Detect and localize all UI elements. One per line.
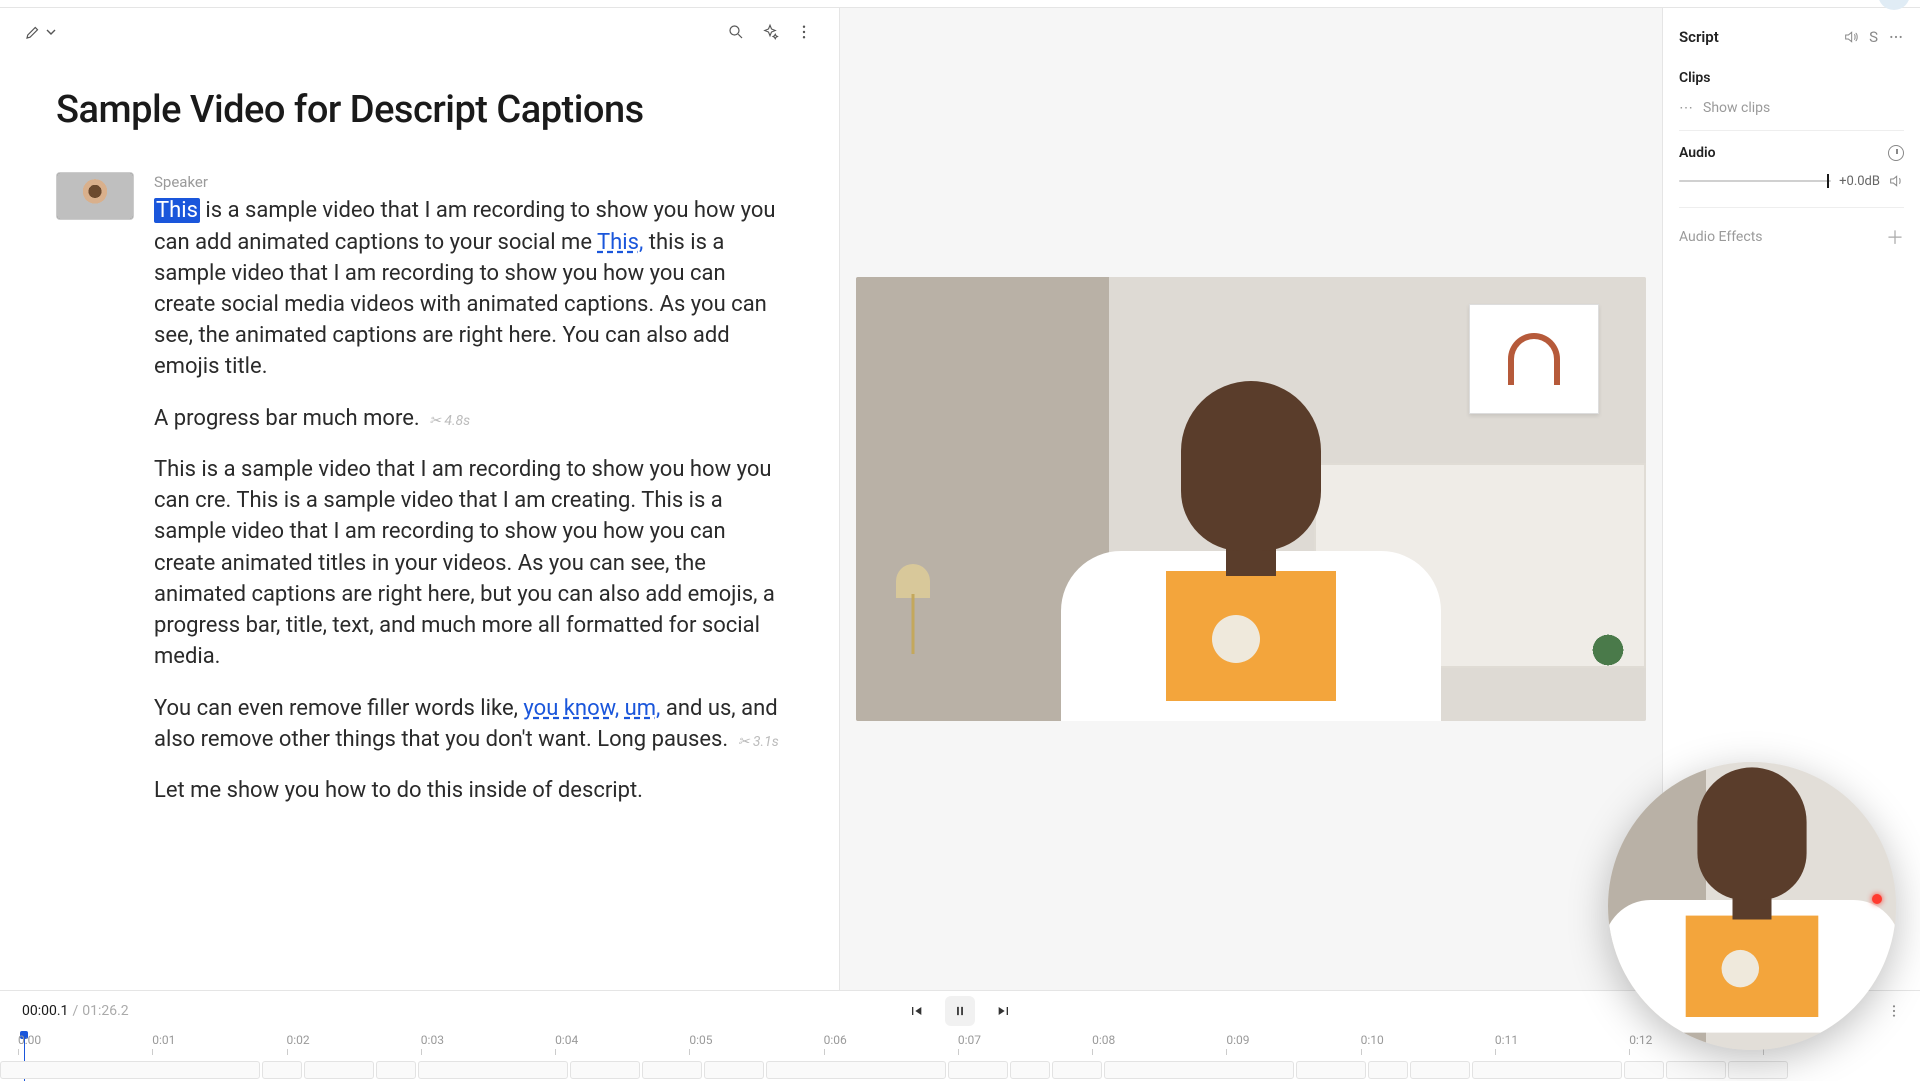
more-horizontal-icon bbox=[1888, 29, 1904, 45]
audio-gain-slider[interactable] bbox=[1679, 180, 1831, 182]
timeline-segment[interactable] bbox=[1728, 1061, 1788, 1079]
clips-more-button[interactable]: ⋯ bbox=[1679, 100, 1693, 116]
playback-time: 00:00.1/01:26.2 bbox=[22, 1003, 129, 1019]
add-effect-button[interactable]: ＋ bbox=[1886, 224, 1904, 250]
more-button[interactable] bbox=[1888, 29, 1904, 45]
sidebar-tab-script[interactable]: Script bbox=[1679, 28, 1719, 46]
pause-icon bbox=[953, 1004, 967, 1018]
speaker-label: Speaker bbox=[154, 172, 783, 193]
transcript[interactable]: Speaker This is a sample video that I am… bbox=[154, 172, 783, 826]
show-clips-button[interactable]: Show clips bbox=[1703, 100, 1770, 116]
more-button[interactable] bbox=[793, 21, 815, 43]
skip-back-button[interactable] bbox=[901, 996, 931, 1026]
sparkle-icon bbox=[761, 23, 779, 41]
timeline-tick: 0:00 bbox=[18, 1033, 41, 1047]
play-pause-button[interactable] bbox=[945, 996, 975, 1026]
avatar[interactable] bbox=[1878, 0, 1910, 10]
skip-next-icon bbox=[996, 1003, 1012, 1019]
timeline-segment[interactable] bbox=[1666, 1061, 1726, 1079]
timeline-tick: 0:08 bbox=[1092, 1033, 1115, 1047]
transcript-paragraph[interactable]: This is a sample video that I am recordi… bbox=[154, 454, 783, 673]
timeline-segment[interactable] bbox=[1052, 1061, 1102, 1079]
timeline-tick: 0:09 bbox=[1226, 1033, 1249, 1047]
script-toolbar bbox=[0, 8, 839, 56]
timeline-segment[interactable] bbox=[376, 1061, 416, 1079]
corrected-word[interactable]: This, bbox=[597, 230, 643, 255]
webcam-pip[interactable] bbox=[1608, 762, 1896, 1050]
search-icon bbox=[727, 23, 745, 41]
clock-icon[interactable] bbox=[1888, 145, 1904, 161]
video-preview[interactable] bbox=[856, 277, 1646, 721]
filler-word[interactable]: you know, bbox=[523, 696, 619, 721]
timeline-segment[interactable] bbox=[1104, 1061, 1294, 1079]
timeline-tick: 0:02 bbox=[287, 1033, 310, 1047]
timeline-tick: 0:01 bbox=[152, 1033, 175, 1047]
timeline-tick: 0:10 bbox=[1361, 1033, 1384, 1047]
timeline-tick: 0:11 bbox=[1495, 1033, 1518, 1047]
timeline-segment[interactable] bbox=[1368, 1061, 1408, 1079]
transcript-paragraph[interactable]: A progress bar much more. ✂ 4.8s bbox=[154, 403, 783, 434]
timeline-segment[interactable] bbox=[1472, 1061, 1622, 1079]
pencil-icon bbox=[24, 23, 42, 41]
skip-previous-icon bbox=[908, 1003, 924, 1019]
timeline-tick: 0:06 bbox=[824, 1033, 847, 1047]
timeline-segment[interactable] bbox=[1624, 1061, 1664, 1079]
keyboard-shortcut-hint: S bbox=[1869, 28, 1878, 46]
current-word-highlight: This bbox=[154, 198, 200, 223]
pause-marker[interactable]: ✂ 3.1s bbox=[738, 734, 779, 750]
skip-forward-button[interactable] bbox=[989, 996, 1019, 1026]
timeline-tick: 0:05 bbox=[689, 1033, 712, 1047]
preview-panel bbox=[840, 8, 1662, 990]
chevron-down-icon bbox=[46, 27, 56, 37]
more-vertical-icon bbox=[795, 23, 813, 41]
timeline-segment[interactable] bbox=[0, 1061, 260, 1079]
transcript-paragraph[interactable]: This is a sample video that I am recordi… bbox=[154, 195, 783, 382]
timeline-segment[interactable] bbox=[766, 1061, 946, 1079]
app-topbar bbox=[0, 0, 1920, 8]
timeline-tick: 0:04 bbox=[555, 1033, 578, 1047]
audio-gain-value: +0.0dB bbox=[1839, 174, 1880, 189]
sidebar-section-clips: Clips bbox=[1679, 56, 1904, 92]
timeline-segment[interactable] bbox=[642, 1061, 702, 1079]
timeline-segment[interactable] bbox=[1296, 1061, 1366, 1079]
ai-button[interactable] bbox=[759, 21, 781, 43]
timeline-segment[interactable] bbox=[1410, 1061, 1470, 1079]
sidebar-section-effects: Audio Effects bbox=[1679, 229, 1763, 245]
timeline-segment[interactable] bbox=[1010, 1061, 1050, 1079]
page-title[interactable]: Sample Video for Descript Captions bbox=[56, 88, 783, 132]
search-button[interactable] bbox=[725, 21, 747, 43]
speaker-volume-icon[interactable] bbox=[1843, 29, 1859, 45]
timeline-tick: 0:07 bbox=[958, 1033, 981, 1047]
timeline-segment[interactable] bbox=[418, 1061, 568, 1079]
transcript-paragraph[interactable]: You can even remove filler words like, y… bbox=[154, 693, 783, 755]
clip-thumbnail[interactable] bbox=[56, 172, 134, 220]
transcript-paragraph[interactable]: Let me show you how to do this inside of… bbox=[154, 775, 783, 806]
sidebar-section-audio: Audio bbox=[1679, 145, 1716, 161]
script-tool-dropdown[interactable] bbox=[24, 23, 56, 41]
timeline-segment[interactable] bbox=[262, 1061, 302, 1079]
filler-word[interactable]: um, bbox=[625, 696, 661, 721]
script-panel: Sample Video for Descript Captions Speak… bbox=[0, 8, 840, 990]
speaker-volume-icon[interactable] bbox=[1888, 173, 1904, 189]
timeline-segment[interactable] bbox=[704, 1061, 764, 1079]
pause-marker[interactable]: ✂ 4.8s bbox=[429, 413, 470, 429]
timeline-segment[interactable] bbox=[570, 1061, 640, 1079]
timeline-segment[interactable] bbox=[948, 1061, 1008, 1079]
timeline-tick: 0:03 bbox=[421, 1033, 444, 1047]
timeline-segment[interactable] bbox=[304, 1061, 374, 1079]
